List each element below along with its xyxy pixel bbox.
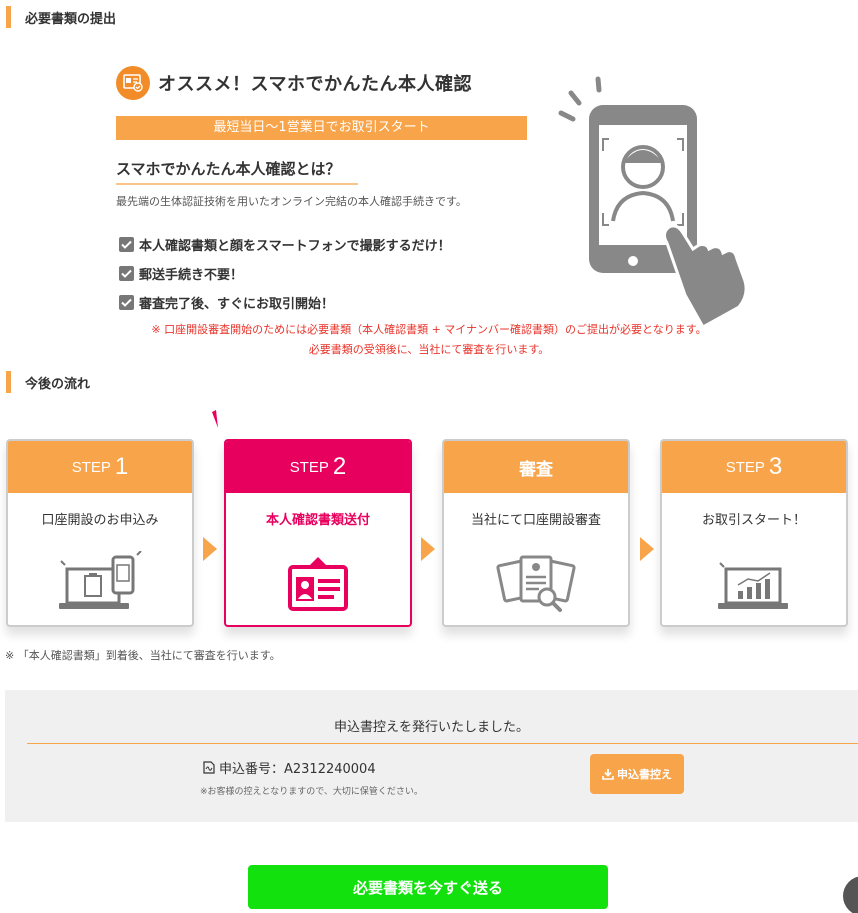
step-arrow-icon [421,537,435,561]
laptop-phone-icon [8,551,192,615]
step-body: 本人確認書類送付 [265,513,370,528]
promo-title: オススメ！スマホでかんたん本人確認 [158,74,472,95]
notice-line-2: 必要書類の受領後に、当社にて審査を行います。 [308,343,550,356]
section-title: 今後の流れ [25,376,91,392]
checkbox-icon [119,295,134,310]
scroll-top-button[interactable] [843,876,858,913]
step-card-2: STEP 2 本人確認書類送付 [224,439,412,627]
keep-note: ※お客様の控えとなりますので、大切に保管ください。 [200,787,423,797]
check-item: 本人確認書類と顔をスマートフォンで撮影するだけ！ [119,230,451,259]
section-title: 必要書類の提出 [25,11,117,27]
download-receipt-label: 申込書控え [617,768,672,781]
section-header-flow: 今後の流れ [0,370,90,394]
checkbox-icon [119,237,134,252]
check-label: 郵送手続き不要！ [139,268,244,283]
check-item: 審査完了後、すぐにお取引開始！ [119,288,451,317]
download-icon [602,769,614,780]
check-label: 本人確認書類と顔をスマートフォンで撮影するだけ！ [139,239,451,254]
receipt-divider [27,743,858,744]
section-header-submit-docs: 必要書類の提出 [0,5,116,29]
step-header: STEP 1 [8,441,192,493]
step-number: 3 [768,453,783,480]
step-number: 1 [114,453,129,480]
download-receipt-button[interactable]: 申込書控え [590,754,684,794]
step-number: 2 [332,453,347,480]
application-number: 申込番号：A2312240004 [219,762,376,777]
step-prefix: STEP [289,458,329,476]
step-card-3: STEP 3 お取引スタート！ [660,439,848,627]
application-number-row: 申込番号：A2312240004 [203,758,376,777]
receipt-message: 申込書控えを発行いたしました。 [333,720,529,735]
step-prefix: STEP [725,458,765,476]
step-card-review: 審査 当社にて口座開設審査 [442,439,630,627]
promo-title-row: オススメ！スマホでかんたん本人確認 [116,66,472,100]
check-item: 郵送手続き不要！ [119,259,451,288]
step-prefix: STEP [71,458,111,476]
smartphone-face-scan-icon [555,75,765,330]
step-body: 口座開設のお申込み [41,513,159,528]
step-header: STEP 2 [226,441,410,493]
pdf-file-icon [203,761,215,774]
what-is-title: スマホでかんたん本人確認とは？ [116,158,358,185]
id-card-icon [226,551,410,615]
receipt-panel: 申込書控えを発行いたしました。 申込番号：A2312240004 ※お客様の控え… [5,690,858,822]
flow-note: ※ 「本人確認書類」到着後、当社にて審査を行います。 [5,649,281,662]
step-body: 当社にて口座開設審査 [470,513,601,528]
promo-band: 最短当日〜1営業日でお取引スタート [116,116,527,140]
step-body: お取引スタート！ [701,513,806,528]
step-arrow-icon [203,537,217,561]
smartphone-id-icon [116,66,150,100]
step-arrow-icon [640,537,654,561]
promo-description: 最先端の生体認証技術を用いたオンライン完結の本人確認手続きです。 [116,195,467,208]
send-documents-button[interactable]: 必要書類を今すぐ送る [248,865,608,909]
check-label: 審査完了後、すぐにお取引開始！ [139,297,335,312]
step-label: 審査 [519,459,553,479]
notice-line-1: ※ 口座開設審査開始のためには必要書類（本人確認書類 + マイナンバー確認書類）… [151,323,707,336]
checkbox-icon [119,266,134,281]
document-review-icon [444,551,628,615]
chart-laptop-icon [662,555,846,615]
step-header: 審査 [444,441,628,493]
section-accent-bar [6,371,11,393]
current-step-pointer-icon [198,408,218,428]
section-accent-bar [6,6,11,28]
step-card-1: STEP 1 口座開設のお申込み [6,439,194,627]
check-list: 本人確認書類と顔をスマートフォンで撮影するだけ！ 郵送手続き不要！ 審査完了後、… [119,230,451,317]
step-header: STEP 3 [662,441,846,493]
